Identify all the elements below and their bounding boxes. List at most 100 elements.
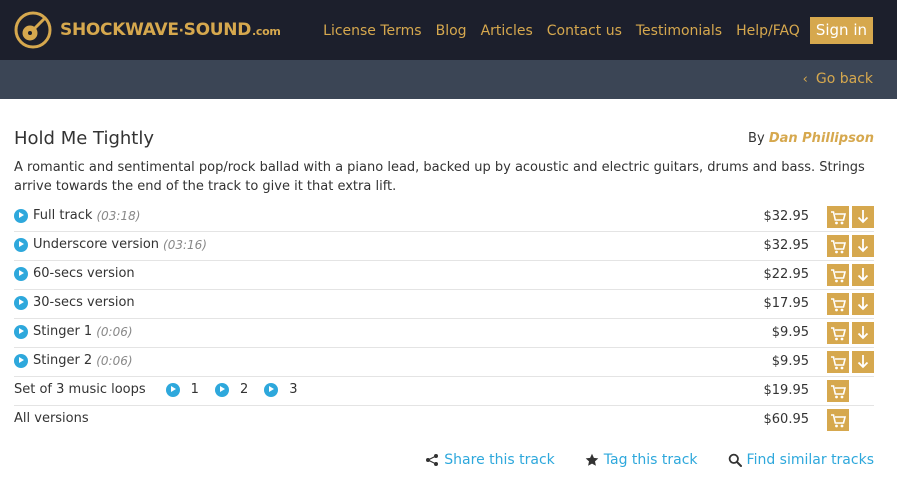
download-button[interactable]: [852, 322, 874, 344]
shopping-cart-icon: [831, 385, 847, 399]
play-icon[interactable]: [14, 295, 28, 310]
loops-players: 1 2 3: [165, 382, 314, 397]
nav-blog[interactable]: Blog: [436, 23, 467, 39]
play-icon[interactable]: [14, 353, 28, 368]
version-duration: (03:18): [96, 208, 141, 223]
version-row: Full track (03:18) $32.95: [14, 203, 874, 232]
version-price: $32.95: [763, 209, 810, 224]
version-price: $32.95: [763, 238, 810, 253]
shopping-cart-icon: [831, 211, 847, 225]
download-arrow-icon: [857, 355, 869, 369]
share-track-label: Share this track: [444, 452, 555, 468]
logo-wordmark: SHOCKWAVE·SOUND.com: [60, 20, 281, 40]
track-actions: Share this track Tag this track Find sim…: [395, 452, 874, 468]
version-name: 60-secs version: [33, 266, 135, 281]
loops-row: Set of 3 music loops 1 2 3 $19.95: [14, 377, 874, 406]
play-icon[interactable]: [14, 324, 28, 339]
tag-track-link[interactable]: Tag this track: [585, 452, 698, 468]
nav-help-faq[interactable]: Help/FAQ: [736, 23, 800, 39]
top-navbar: SHOCKWAVE·SOUND.com License Terms Blog A…: [0, 0, 897, 60]
track-byline: By Dan Phillipson: [748, 131, 874, 146]
all-versions-price: $60.95: [763, 412, 810, 427]
version-duration: (0:06): [96, 353, 133, 368]
shopping-cart-icon: [831, 356, 847, 370]
add-to-cart-button[interactable]: [827, 264, 849, 286]
download-button[interactable]: [852, 264, 874, 286]
download-arrow-icon: [857, 239, 869, 253]
star-icon: [585, 453, 599, 466]
loop-3-player[interactable]: 3: [264, 382, 298, 397]
loops-name: Set of 3 music loops: [14, 382, 146, 397]
version-name: Stinger 2: [33, 353, 93, 368]
download-arrow-icon: [857, 326, 869, 340]
add-to-cart-button[interactable]: [827, 380, 849, 402]
share-icon: [426, 454, 439, 466]
sign-in-button[interactable]: Sign in: [809, 17, 873, 44]
download-button[interactable]: [852, 235, 874, 257]
guitar-logo-icon: [14, 11, 52, 49]
add-to-cart-button[interactable]: [827, 409, 849, 431]
shopping-cart-icon: [831, 414, 847, 428]
version-price: $22.95: [763, 267, 810, 282]
play-icon[interactable]: [14, 237, 28, 252]
shopping-cart-icon: [831, 298, 847, 312]
main-nav: License Terms Blog Articles Contact us T…: [309, 17, 873, 44]
play-icon[interactable]: [165, 382, 180, 397]
add-to-cart-button[interactable]: [827, 235, 849, 257]
track-title: Hold Me Tightly: [14, 128, 155, 149]
chevron-left-icon: ‹: [802, 72, 808, 87]
version-name: Underscore version: [33, 237, 160, 252]
nav-contact-us[interactable]: Contact us: [547, 23, 622, 39]
share-track-link[interactable]: Share this track: [425, 452, 555, 468]
nav-testimonials[interactable]: Testimonials: [636, 23, 722, 39]
find-similar-label: Find similar tracks: [746, 452, 874, 468]
download-button[interactable]: [852, 351, 874, 373]
author-link[interactable]: Dan Phillipson: [769, 131, 874, 146]
version-row: 30-secs version $17.95: [14, 290, 874, 319]
version-row: Stinger 1 (0:06) $9.95: [14, 319, 874, 348]
add-to-cart-button[interactable]: [827, 206, 849, 228]
loops-price: $19.95: [763, 383, 810, 398]
play-icon[interactable]: [214, 382, 229, 397]
play-icon[interactable]: [264, 382, 279, 397]
all-versions-name: All versions: [14, 411, 89, 426]
go-back-label: Go back: [815, 71, 873, 87]
version-row: Stinger 2 (0:06) $9.95: [14, 348, 874, 377]
shopping-cart-icon: [831, 240, 847, 254]
version-price: $9.95: [771, 325, 809, 340]
version-duration: (03:16): [163, 237, 207, 252]
loop-1-player[interactable]: 1: [165, 382, 199, 397]
nav-license-terms[interactable]: License Terms: [323, 23, 421, 39]
version-name: 30-secs version: [33, 295, 135, 310]
version-duration: (0:06): [96, 324, 133, 339]
version-name: Stinger 1: [33, 324, 93, 339]
go-back-link[interactable]: ‹ Go back: [803, 71, 873, 87]
by-label: By: [748, 131, 765, 146]
tag-track-label: Tag this track: [603, 452, 698, 468]
version-name: Full track: [33, 208, 93, 223]
version-row: 60-secs version $22.95: [14, 261, 874, 290]
version-price: $9.95: [771, 354, 809, 369]
add-to-cart-button[interactable]: [827, 322, 849, 344]
add-to-cart-button[interactable]: [827, 293, 849, 315]
track-description: A romantic and sentimental pop/rock ball…: [14, 160, 865, 194]
shopping-cart-icon: [831, 269, 847, 283]
all-versions-row: All versions $60.95: [14, 406, 874, 435]
search-icon: [728, 453, 742, 467]
version-price: $17.95: [763, 296, 810, 311]
site-logo[interactable]: SHOCKWAVE·SOUND.com: [14, 11, 281, 49]
play-icon[interactable]: [14, 266, 28, 281]
find-similar-link[interactable]: Find similar tracks: [728, 452, 874, 468]
download-button[interactable]: [852, 293, 874, 315]
sub-navbar: ‹ Go back: [0, 60, 897, 99]
download-arrow-icon: [857, 210, 869, 224]
download-button[interactable]: [852, 206, 874, 228]
add-to-cart-button[interactable]: [827, 351, 849, 373]
download-arrow-icon: [857, 268, 869, 282]
download-arrow-icon: [857, 297, 869, 311]
shopping-cart-icon: [831, 327, 847, 341]
play-icon[interactable]: [14, 208, 28, 223]
nav-articles[interactable]: Articles: [481, 23, 533, 39]
loop-2-player[interactable]: 2: [214, 382, 248, 397]
versions-list: Full track (03:18) $32.95 Underscore versi…: [14, 203, 874, 435]
